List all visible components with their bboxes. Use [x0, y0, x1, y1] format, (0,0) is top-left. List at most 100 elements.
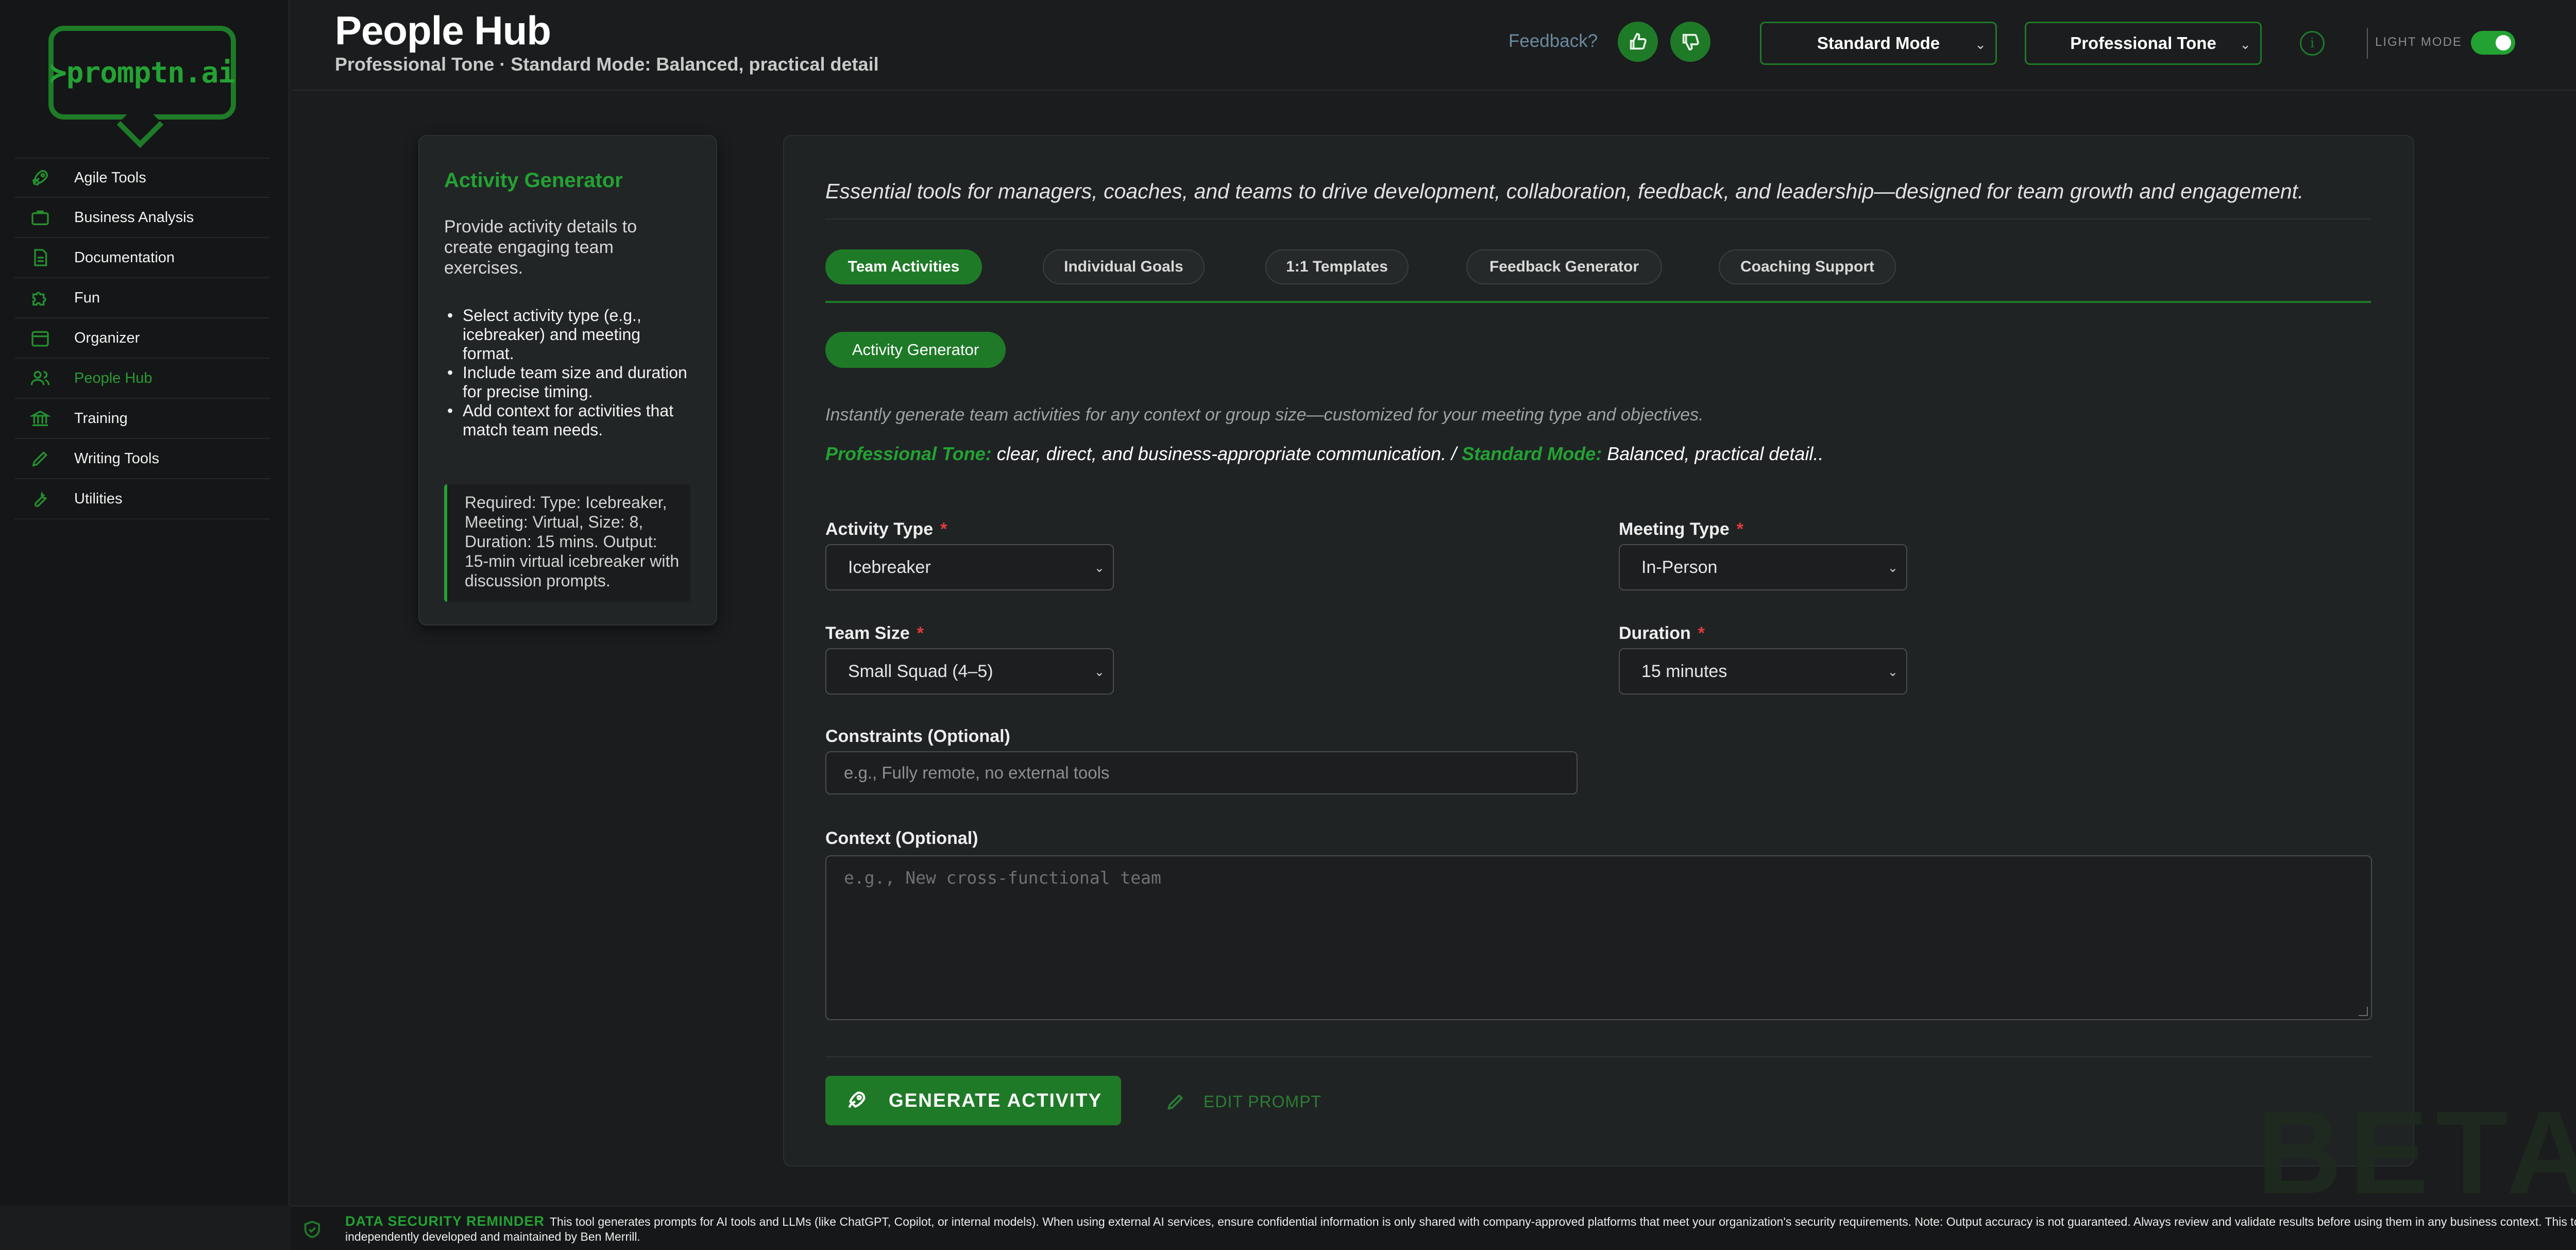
sidebar-item-business-analysis[interactable]: Business Analysis	[14, 198, 270, 238]
meeting-type-value: In-Person	[1641, 557, 1718, 577]
tone-select-value: Professional Tone	[2070, 33, 2216, 53]
generate-activity-label: GENERATE ACTIVITY	[888, 1090, 1103, 1111]
page-title: People Hub	[335, 8, 551, 53]
sidebar-item-label: Writing Tools	[74, 450, 159, 467]
sidebar-item-label: People Hub	[74, 369, 152, 386]
tone-name: Professional Tone:	[825, 443, 992, 464]
edit-prompt-button[interactable]: EDIT PROMPT	[1165, 1086, 1321, 1117]
mode-name: Standard Mode:	[1462, 443, 1602, 464]
logo[interactable]: ≻promptn.ai	[48, 26, 236, 148]
required-marker: *	[1736, 519, 1743, 539]
required-marker: *	[1698, 623, 1705, 643]
sidebar-item-training[interactable]: Training	[14, 399, 270, 439]
chevron-down-icon: ⌄	[2240, 37, 2251, 52]
subtab-activity-generator[interactable]: Activity Generator	[825, 332, 1006, 368]
calendar-icon	[29, 327, 52, 349]
chevron-down-icon: ⌄	[1975, 37, 1986, 52]
sidebar-item-label: Business Analysis	[74, 209, 194, 226]
light-mode-label: LIGHT MODE	[2375, 35, 2462, 49]
generate-activity-button[interactable]: GENERATE ACTIVITY	[825, 1076, 1121, 1125]
thumbs-up-button[interactable]	[1618, 22, 1658, 62]
chevron-down-icon: ⌄	[1094, 665, 1105, 679]
constraints-input[interactable]: e.g., Fully remote, no external tools	[825, 751, 1578, 795]
tab-team-activities[interactable]: Team Activities	[825, 249, 982, 284]
meeting-type-label: Meeting Type *	[1619, 519, 1743, 539]
chevron-down-icon: ⌄	[1887, 561, 1898, 575]
tone-select[interactable]: Professional Tone ⌄	[2025, 22, 2262, 65]
team-size-select[interactable]: Small Squad (4–5) ⌄	[825, 648, 1114, 695]
feedback-label: Feedback?	[1509, 31, 1598, 51]
light-mode-toggle[interactable]	[2471, 31, 2515, 55]
chevron-down-icon: ⌄	[1094, 561, 1105, 575]
tab-underline	[825, 301, 2371, 303]
sidebar-item-fun[interactable]: Fun	[14, 278, 270, 318]
activity-type-value: Icebreaker	[848, 557, 931, 577]
pencil-icon	[29, 447, 52, 470]
sidebar-item-documentation[interactable]: Documentation	[14, 238, 270, 278]
security-reminder-heading: DATA SECURITY REMINDER	[345, 1213, 545, 1229]
duration-select[interactable]: 15 minutes ⌄	[1619, 648, 1907, 695]
info-icon[interactable]: i	[2300, 31, 2325, 56]
activity-type-select[interactable]: Icebreaker ⌄	[825, 544, 1114, 590]
mode-description: Professional Tone: clear, direct, and bu…	[825, 443, 1823, 465]
sidebar-item-agile-tools[interactable]: Agile Tools	[14, 158, 270, 198]
sidebar-item-label: Agile Tools	[74, 169, 146, 186]
info-card: Activity Generator Provide activity deta…	[418, 135, 717, 626]
security-reminder-text: This tool generates prompts for AI tools…	[345, 1215, 2576, 1243]
required-marker: *	[940, 519, 947, 539]
tab-one-on-one-templates[interactable]: 1:1 Templates	[1265, 249, 1409, 284]
activity-type-label: Activity Type *	[825, 519, 947, 539]
security-reminder: DATA SECURITY REMINDER This tool generat…	[345, 1214, 2576, 1244]
sidebar-item-label: Training	[74, 410, 128, 427]
edit-prompt-label: EDIT PROMPT	[1204, 1092, 1322, 1111]
info-card-list: Select activity type (e.g., icebreaker) …	[444, 306, 691, 440]
tool-description: Instantly generate team activities for a…	[825, 405, 1704, 425]
list-item: Select activity type (e.g., icebreaker) …	[444, 306, 691, 363]
resize-handle[interactable]	[2359, 1007, 2368, 1016]
list-item: Include team size and duration for preci…	[444, 363, 691, 401]
sidebar-nav: Agile Tools Business Analysis Documentat…	[14, 158, 270, 519]
rocket-icon	[29, 166, 52, 189]
pencil-icon	[1167, 1094, 1183, 1110]
beta-watermark: BETA	[2257, 1086, 2576, 1219]
sidebar-item-label: Organizer	[74, 329, 140, 346]
team-size-value: Small Squad (4–5)	[848, 661, 993, 681]
example-note: Required: Type: Icebreaker, Meeting: Vir…	[444, 484, 690, 602]
thumbs-up-icon	[1630, 33, 1647, 50]
sidebar-item-organizer[interactable]: Organizer	[14, 318, 270, 359]
people-icon	[29, 367, 52, 390]
required-marker: *	[917, 623, 924, 643]
thumbs-down-icon	[1682, 33, 1699, 50]
institution-icon	[29, 407, 52, 430]
sidebar: ≻promptn.ai Agile Tools Business Analysi…	[0, 0, 290, 1206]
meeting-type-select[interactable]: In-Person ⌄	[1619, 544, 1907, 590]
main-panel: Essential tools for managers, coaches, a…	[783, 135, 2414, 1167]
sidebar-item-utilities[interactable]: Utilities	[14, 479, 270, 519]
context-placeholder: e.g., New cross-functional team	[844, 868, 1161, 888]
sidebar-item-label: Documentation	[74, 249, 175, 266]
context-label: Context (Optional)	[825, 829, 978, 848]
info-card-title: Activity Generator	[444, 169, 623, 192]
sidebar-item-label: Fun	[74, 289, 100, 306]
mode-detail: Balanced, practical detail..	[1602, 443, 1824, 464]
sidebar-item-people-hub[interactable]: People Hub	[14, 359, 270, 399]
shield-check-icon	[302, 1219, 323, 1240]
chevron-down-icon: ⌄	[1887, 665, 1898, 679]
page-subtitle: Professional Tone · Standard Mode: Balan…	[335, 54, 879, 75]
context-textarea[interactable]: e.g., New cross-functional team	[825, 855, 2372, 1020]
tab-individual-goals[interactable]: Individual Goals	[1043, 249, 1205, 284]
sidebar-item-writing-tools[interactable]: Writing Tools	[14, 439, 270, 479]
tab-coaching-support[interactable]: Coaching Support	[1719, 249, 1896, 284]
rocket-icon	[848, 1091, 866, 1108]
tone-description: clear, direct, and business-appropriate …	[991, 443, 1462, 464]
tab-feedback-generator[interactable]: Feedback Generator	[1466, 249, 1662, 284]
mode-select[interactable]: Standard Mode ⌄	[1760, 22, 1997, 65]
info-card-description: Provide activity details to create engag…	[444, 217, 637, 278]
divider	[825, 1056, 2372, 1057]
header: People Hub Professional Tone · Standard …	[291, 0, 2576, 91]
tagline: Essential tools for managers, coaches, a…	[825, 179, 2304, 203]
footer: DATA SECURITY REMINDER This tool generat…	[291, 1206, 2576, 1250]
puzzle-icon	[29, 286, 52, 309]
duration-value: 15 minutes	[1641, 661, 1727, 681]
thumbs-down-button[interactable]	[1670, 22, 1710, 62]
